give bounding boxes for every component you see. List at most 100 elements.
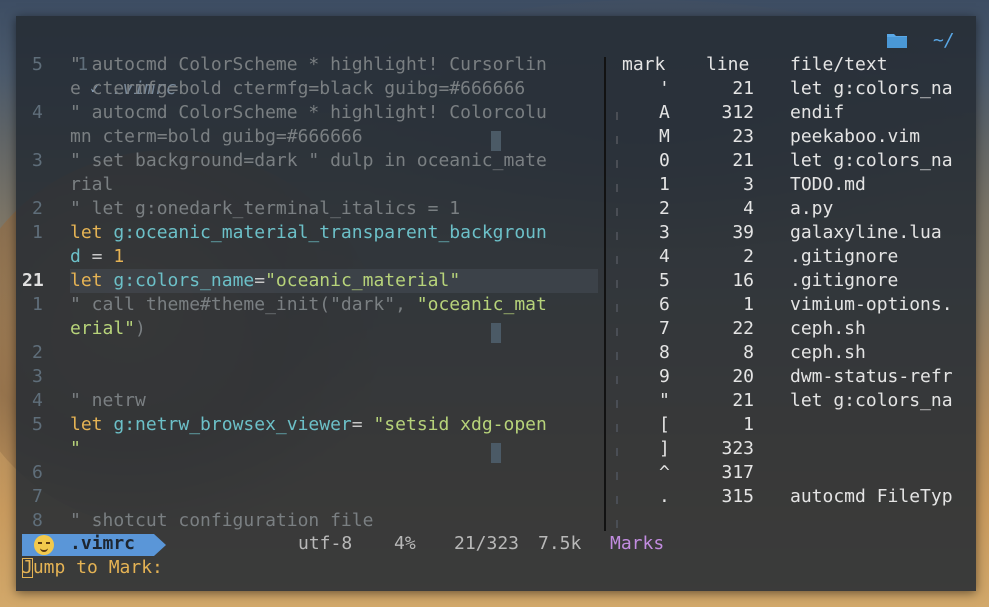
tab-directory[interactable]: ~/ bbox=[933, 30, 955, 51]
mark-key[interactable]: ] bbox=[659, 437, 670, 461]
code-line[interactable]: " let g:onedark_terminal_italics = 1 bbox=[70, 197, 460, 221]
mark-key[interactable]: 0 bbox=[659, 149, 670, 173]
marks-header: line bbox=[706, 54, 750, 75]
statusline-size: 7.5k bbox=[538, 533, 582, 554]
code-token: 1 bbox=[113, 246, 125, 267]
mark-text: .gitignore bbox=[790, 246, 899, 267]
mark-key[interactable]: A bbox=[659, 101, 670, 125]
mark-key[interactable]: . bbox=[659, 485, 670, 509]
statusline-separator-arrow bbox=[154, 534, 166, 556]
code-line[interactable]: " autocmd ColorScheme * highlight! Color… bbox=[70, 101, 547, 125]
line-number: 4 bbox=[32, 390, 43, 411]
mark-key[interactable]: 2 bbox=[659, 197, 670, 221]
statusline-position: 21/323 bbox=[454, 533, 520, 554]
folder-icon bbox=[887, 34, 907, 48]
mark-line: 22 bbox=[732, 318, 754, 339]
code-token: let bbox=[70, 414, 114, 435]
mark-key[interactable]: " bbox=[659, 389, 670, 413]
line-number: 3 bbox=[32, 366, 43, 387]
code-token: g:netrw_browsex_viewer bbox=[113, 414, 352, 435]
code-token: = bbox=[351, 414, 374, 435]
statusline-filename: .vimrc bbox=[70, 533, 136, 554]
mark-text: ceph.sh bbox=[790, 342, 866, 363]
mark-key[interactable]: 7 bbox=[659, 317, 670, 341]
code-line[interactable]: rial bbox=[70, 173, 113, 197]
mark-text: .gitignore bbox=[790, 270, 899, 291]
code-line[interactable]: let g:oceanic_material_transparent_backg… bbox=[70, 221, 547, 245]
mark-text: a.py bbox=[790, 198, 834, 219]
mark-line: 23 bbox=[732, 126, 754, 147]
code-token: let bbox=[70, 270, 114, 291]
line-number: 2 bbox=[32, 198, 43, 219]
tabline: 1 🗸 .vimrc bbox=[34, 29, 176, 99]
code-line[interactable]: let g:netrw_browsex_viewer= "setsid xdg-… bbox=[70, 413, 547, 437]
mark-line: 323 bbox=[721, 438, 754, 459]
line-number: 1 bbox=[32, 222, 43, 243]
code-line[interactable]: mn cterm=bold guibg=#666666 bbox=[70, 125, 363, 149]
mark-line: 1 bbox=[743, 294, 754, 315]
mark-text: let g:colors_na bbox=[790, 78, 953, 99]
face-icon bbox=[34, 535, 54, 555]
code-token: "setsid xdg-open bbox=[373, 414, 547, 435]
mark-text: endif bbox=[790, 102, 845, 123]
marks-header: file/text bbox=[790, 54, 888, 75]
code-line[interactable]: d = 1 bbox=[70, 245, 124, 269]
mark-text: dwm-status-refr bbox=[790, 366, 953, 387]
vim-window[interactable]: 1 🗸 .vimrc ~/ 5 " autocmd ColorScheme * h… bbox=[16, 16, 976, 591]
colorcolumn-marker bbox=[491, 443, 501, 463]
code-line[interactable]: " netrw bbox=[70, 389, 146, 413]
mark-line: 39 bbox=[732, 222, 754, 243]
mark-text: let g:colors_na bbox=[790, 150, 953, 171]
mark-text: galaxyline.lua bbox=[790, 222, 942, 243]
line-number: 4 bbox=[32, 102, 43, 123]
mark-key[interactable]: [ bbox=[659, 413, 670, 437]
line-number: 3 bbox=[32, 150, 43, 171]
code-token: "oceanic_mat bbox=[416, 294, 547, 315]
mark-text: ceph.sh bbox=[790, 318, 866, 339]
code-line[interactable]: " shotcut configuration file bbox=[70, 509, 373, 533]
statusline-percent: 4% bbox=[394, 533, 416, 554]
mark-line: 317 bbox=[721, 462, 754, 483]
mark-line: 2 bbox=[743, 246, 754, 267]
code-token: rial bbox=[70, 174, 114, 195]
code-line[interactable]: let g:colors_name="oceanic_material" bbox=[70, 269, 460, 293]
code-line[interactable]: " set background=dark " dulp in oceanic_… bbox=[70, 149, 547, 173]
code-token: " bbox=[70, 438, 81, 459]
line-number: 7 bbox=[32, 486, 43, 507]
mark-key[interactable]: ' bbox=[659, 77, 670, 101]
mark-line: 21 bbox=[732, 150, 754, 171]
mark-text: autocmd FileTyp bbox=[790, 486, 953, 507]
mark-line: 4 bbox=[743, 198, 754, 219]
line-number: 2 bbox=[32, 342, 43, 363]
mark-key[interactable]: 1 bbox=[659, 173, 670, 197]
code-line[interactable]: e ctermfg=bold ctermfg=black guibg=#6666… bbox=[70, 77, 525, 101]
mark-key[interactable]: 6 bbox=[659, 293, 670, 317]
mark-key[interactable]: ^ bbox=[659, 461, 670, 485]
mark-line: 21 bbox=[732, 78, 754, 99]
line-number: 1 bbox=[32, 294, 43, 315]
statusline-encoding: utf-8 bbox=[298, 533, 353, 554]
code-token: g:colors_name bbox=[113, 270, 255, 291]
code-token: ) bbox=[135, 318, 146, 339]
code-token: erial" bbox=[70, 318, 136, 339]
mark-key[interactable]: 3 bbox=[659, 221, 670, 245]
code-line[interactable]: " autocmd ColorScheme * highlight! Curso… bbox=[70, 53, 547, 77]
mark-key[interactable]: 8 bbox=[659, 341, 670, 365]
mark-line: 21 bbox=[732, 390, 754, 411]
mark-key[interactable]: M bbox=[659, 125, 670, 149]
split-divider[interactable] bbox=[604, 57, 606, 531]
code-line[interactable]: " bbox=[70, 437, 81, 461]
marks-header: mark bbox=[622, 54, 666, 75]
code-line[interactable]: erial") bbox=[70, 317, 146, 341]
command-line[interactable]: Jump to Mark: bbox=[22, 556, 163, 580]
mark-line: 3 bbox=[743, 174, 754, 195]
mark-key[interactable]: 4 bbox=[659, 245, 670, 269]
code-line[interactable]: " call theme#theme_init("dark", "oceanic… bbox=[70, 293, 547, 317]
mark-text: let g:colors_na bbox=[790, 390, 953, 411]
code-token: " netrw bbox=[70, 390, 146, 411]
mark-key[interactable]: 5 bbox=[659, 269, 670, 293]
mark-line: 8 bbox=[743, 342, 754, 363]
mark-key[interactable]: 9 bbox=[659, 365, 670, 389]
code-token: " autocmd ColorScheme * highlight! Color… bbox=[70, 102, 547, 123]
code-token: = bbox=[254, 270, 266, 291]
